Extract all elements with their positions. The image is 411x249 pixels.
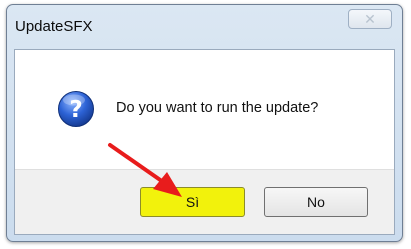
svg-text:?: ?: [69, 97, 82, 123]
close-button[interactable]: ✕: [348, 9, 392, 29]
yes-button[interactable]: Sì: [140, 187, 245, 217]
no-button[interactable]: No: [264, 187, 368, 217]
no-button-label: No: [307, 194, 325, 210]
message-area: ? Do you want to run the update?: [15, 50, 394, 169]
question-icon: ?: [58, 91, 94, 127]
window-title: UpdateSFX: [15, 18, 93, 35]
close-icon: ✕: [364, 11, 376, 27]
title-bar[interactable]: UpdateSFX ✕: [7, 5, 402, 49]
message-text: Do you want to run the update?: [116, 100, 319, 116]
yes-button-label: Sì: [185, 194, 200, 210]
dialog-body: ? Do you want to run the update? Sì No: [14, 49, 395, 235]
button-bar: Sì No: [15, 169, 394, 234]
dialog-window: UpdateSFX ✕ ? Do you want to run the upd…: [6, 4, 403, 242]
